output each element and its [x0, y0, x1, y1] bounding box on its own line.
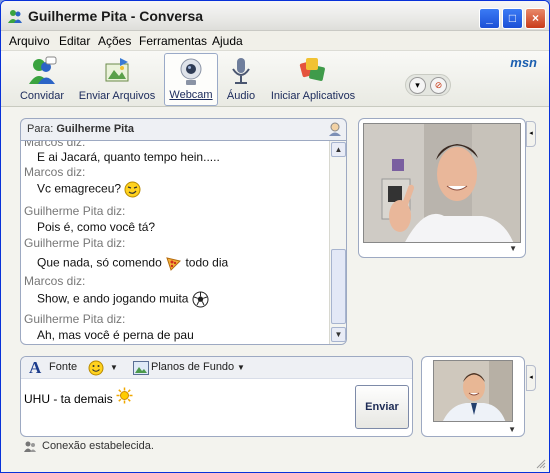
chevron-down-icon[interactable]: ▾ [409, 77, 426, 94]
applications-icon [299, 58, 325, 81]
window-title: Guilherme Pita - Conversa [28, 8, 204, 24]
title-bar[interactable]: Guilherme Pita - Conversa _ □ × [1, 1, 549, 31]
menu-editar[interactable]: Editar [59, 34, 90, 48]
toolbar: Convidar Enviar Arquivos Webcam Áudio In… [1, 50, 549, 107]
start-applications-label: Iniciar Aplicativos [270, 90, 356, 102]
sender-line: Marcos diz: [24, 141, 86, 149]
message-line: Vc emagreceu? [37, 181, 141, 198]
collapse-video-tab[interactable]: ◂ [526, 121, 536, 147]
sender-line: Marcos diz: [24, 274, 86, 288]
webcam-label: Webcam [169, 89, 213, 101]
sender-line: Marcos diz: [24, 165, 86, 179]
message-input[interactable]: UHU - ta demais [24, 387, 133, 406]
scroll-down-button[interactable]: ▼ [331, 327, 346, 342]
message-line: E ai Jacará, quanto tempo hein..... [37, 150, 220, 164]
contact-webcam-feed [363, 123, 521, 243]
menu-arquivo[interactable]: Arquivo [9, 34, 50, 48]
maximize-button[interactable]: □ [502, 8, 523, 29]
self-webcam-feed [433, 360, 513, 422]
webcam-icon [180, 58, 202, 85]
message-line: Show, e ando jogando muita [37, 291, 209, 308]
minimize-button[interactable]: _ [479, 8, 500, 29]
send-button[interactable]: Enviar [355, 385, 409, 429]
emoticon-dropdown-chevron-icon[interactable]: ▼ [110, 363, 118, 372]
microphone-icon [232, 58, 250, 84]
send-files-icon [105, 58, 129, 82]
invite-button[interactable]: Convidar [15, 53, 69, 106]
conversation-window: Guilherme Pita - Conversa _ □ × Arquivo … [0, 0, 550, 473]
audio-label: Áudio [226, 90, 256, 102]
soccer-ball-icon [192, 291, 209, 308]
sender-line: Guilherme Pita diz: [24, 204, 126, 218]
msn-buddy-icon [8, 10, 22, 23]
start-applications-button[interactable]: Iniciar Aplicativos [267, 53, 359, 106]
to-label: Para: [27, 123, 54, 135]
video-options-chevron-icon[interactable]: ▼ [509, 244, 517, 253]
status-text: Conexão estabelecida. [42, 440, 154, 452]
self-video-options-chevron-icon[interactable]: ▼ [508, 425, 516, 434]
scroll-thumb[interactable] [331, 249, 346, 324]
backgrounds-button[interactable]: Planos de Fundo [151, 361, 234, 373]
msn-logo: msn [510, 55, 537, 70]
block-icon[interactable]: ⊘ [430, 77, 447, 94]
close-button[interactable]: × [525, 8, 546, 29]
scroll-up-button[interactable]: ▲ [331, 142, 346, 157]
sender-line: Guilherme Pita diz: [24, 236, 126, 250]
emoticon-icon[interactable] [88, 360, 104, 376]
backgrounds-dropdown-chevron-icon[interactable]: ▼ [237, 363, 245, 372]
invite-icon [29, 56, 57, 84]
status-bar: Conexão estabelecida. [20, 437, 525, 457]
background-image-icon[interactable] [133, 361, 149, 375]
sender-line: Guilherme Pita diz: [24, 312, 126, 326]
send-files-label: Enviar Arquivos [78, 90, 156, 102]
recipient-name: Guilherme Pita [56, 123, 134, 135]
menu-ajuda[interactable]: Ajuda [212, 34, 243, 48]
conversation-history[interactable]: Marcos diz: E ai Jacará, quanto tempo he… [20, 140, 347, 345]
contact-card-icon[interactable] [327, 121, 343, 137]
message-line: Pois é, como você tá? [37, 220, 156, 234]
message-line: Que nada, só comendo todo dia [37, 255, 228, 272]
send-files-button[interactable]: Enviar Arquivos [77, 53, 157, 106]
message-line: Ah, mas você é perna de pau [37, 328, 194, 342]
chat-scrollbar[interactable]: ▲ ▼ [329, 141, 346, 344]
smirk-icon [124, 181, 141, 198]
font-icon[interactable]: A [29, 358, 41, 378]
contact-video-panel: ▼ [358, 118, 526, 258]
webcam-button[interactable]: Webcam [164, 53, 218, 106]
resize-grip-icon[interactable] [536, 459, 546, 469]
font-button[interactable]: Fonte [49, 361, 77, 373]
toolbar-controls: ▾ ⊘ [405, 74, 451, 96]
invite-label: Convidar [19, 90, 65, 102]
audio-button[interactable]: Áudio [223, 53, 259, 106]
sun-icon [116, 387, 133, 404]
menu-acoes[interactable]: Ações [98, 34, 131, 48]
compose-panel: A Fonte ▼ Planos de Fundo ▼ UHU - ta dem… [20, 356, 413, 437]
connection-icon [24, 441, 36, 452]
formatting-toolbar: A Fonte ▼ Planos de Fundo ▼ [21, 357, 412, 379]
collapse-self-video-tab[interactable]: ◂ [526, 365, 536, 391]
pizza-icon [166, 257, 182, 271]
self-video-panel: ▼ [421, 356, 525, 437]
menu-bar: Arquivo Editar Ações Ferramentas Ajuda [1, 31, 549, 50]
menu-ferramentas[interactable]: Ferramentas [139, 34, 207, 48]
message-list: Marcos diz: E ai Jacará, quanto tempo he… [21, 141, 329, 344]
recipient-bar: Para: Guilherme Pita [20, 118, 347, 140]
